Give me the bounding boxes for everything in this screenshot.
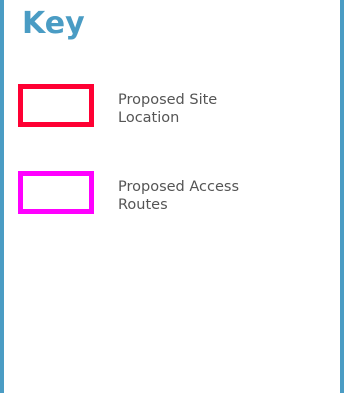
key-title: Key: [22, 6, 85, 41]
legend-item-proposed-site-location: Proposed Site Location: [15, 80, 335, 140]
legend-item-proposed-access-routes: Proposed Access Routes: [15, 167, 335, 227]
legend-label: Proposed Access Routes: [118, 178, 318, 214]
legend-label-line: Proposed Site: [118, 92, 218, 108]
legend-label-line: Routes: [118, 197, 168, 213]
legend-label-line: Proposed Access: [118, 179, 240, 195]
map-key-panel: Key Proposed Site Location Proposed Acce…: [0, 0, 344, 393]
red-outline-swatch-icon: [18, 84, 94, 127]
magenta-outline-swatch-icon: [18, 171, 94, 214]
legend-label-line: Location: [118, 110, 180, 126]
legend-label: Proposed Site Location: [118, 91, 318, 127]
